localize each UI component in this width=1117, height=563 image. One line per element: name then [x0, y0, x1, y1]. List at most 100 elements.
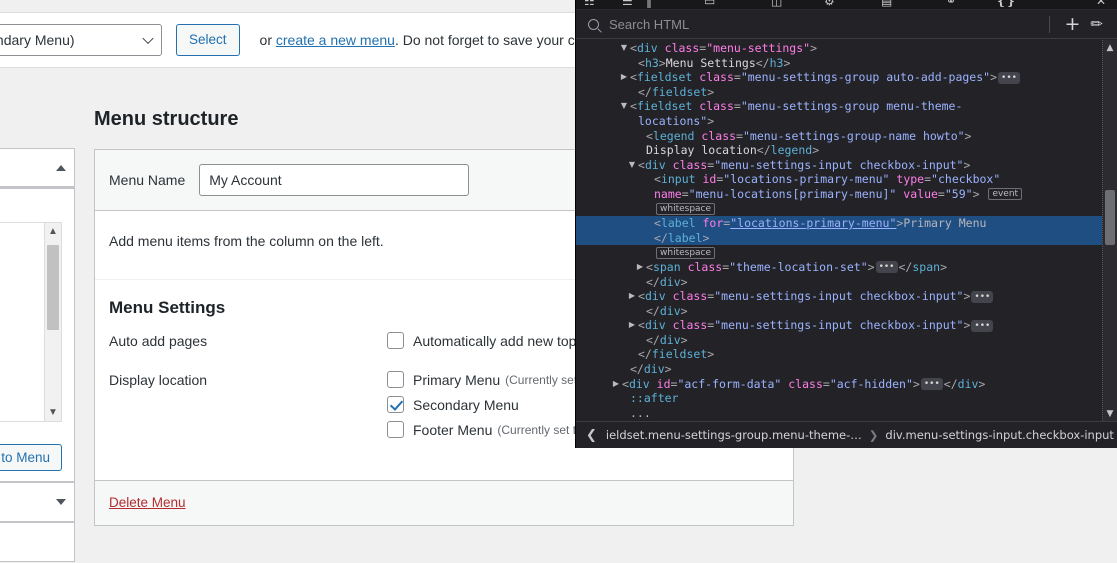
checkbox-label: Automatically add new top-le: [413, 332, 592, 349]
create-a-new-menu-link[interactable]: create a new menu: [276, 32, 395, 48]
chevron-down-icon[interactable]: ▼: [1103, 406, 1117, 421]
html-tree-line[interactable]: <div class="menu-settings-input checkbox…: [576, 158, 1117, 173]
scrollbar-thumb[interactable]: [47, 245, 59, 330]
twisty-collapsed-icon[interactable]: [611, 377, 621, 392]
twisty-collapsed-icon[interactable]: [627, 318, 637, 333]
html-tree-line[interactable]: <h3>Menu Settings</h3>: [576, 56, 1117, 71]
console-icon[interactable]: ☰: [622, 0, 633, 8]
devtools-toolbar: ☷ ☰ ‖ ▭ ◫ ⚙ ▤ ⚭ ❴❵ ✕: [576, 0, 1117, 10]
checkbox-label: Footer Menu: [413, 421, 493, 438]
html-tree-line-content: <legend class="menu-settings-group-name …: [646, 128, 972, 143]
checkbox-primary-menu[interactable]: [387, 371, 404, 388]
accessibility-icon[interactable]: ⚭: [946, 0, 956, 8]
html-tree-line[interactable]: </fieldset>: [576, 347, 1117, 362]
html-tree-line[interactable]: <label for="locations-primary-menu">Prim…: [576, 216, 1117, 231]
html-tree-line[interactable]: </div>: [576, 304, 1117, 319]
html-tree-line[interactable]: whitespace: [576, 202, 1117, 217]
html-tree-view[interactable]: <div class="menu-settings"><h3>Menu Sett…: [576, 40, 1117, 421]
html-tree-line[interactable]: </label>: [576, 230, 1117, 246]
breadcrumb-item-div[interactable]: div.menu-settings-input.checkbox-input: [882, 428, 1117, 442]
network-icon[interactable]: ▭: [704, 0, 715, 8]
html-tree-line[interactable]: </div>: [576, 333, 1117, 348]
left-panel-bottom-header[interactable]: [0, 483, 74, 521]
debugger-icon[interactable]: ‖: [646, 0, 652, 8]
application-icon[interactable]: ❴❵: [996, 0, 1016, 8]
left-panel-top: [0, 148, 75, 188]
performance-icon[interactable]: ⚙: [824, 0, 835, 8]
setting-label: Auto add pages: [109, 333, 208, 349]
select-button[interactable]: Select: [176, 24, 240, 56]
menu-select-value: unt (Secondary Menu): [0, 32, 75, 48]
checkbox-footer-menu[interactable]: [387, 421, 404, 438]
delete-menu-link[interactable]: Delete Menu: [109, 495, 186, 510]
twisty-collapsed-icon[interactable]: [619, 70, 629, 85]
html-tree-line-content: whitespace: [654, 245, 717, 259]
html-tree-line[interactable]: <legend class="menu-settings-group-name …: [576, 129, 1117, 144]
chevron-up-icon[interactable]: ▲: [1103, 40, 1117, 55]
html-tree-line-content: </div>: [646, 332, 688, 347]
html-tree-line-content: <input id="locations-primary-menu" type=…: [654, 172, 1001, 187]
html-tree-line[interactable]: <div id="acf-form-data" class="acf-hidde…: [576, 377, 1117, 392]
left-panel-top-header[interactable]: [0, 149, 74, 187]
html-tree-line-content: </div>: [630, 362, 672, 377]
html-tree-line-content: </fieldset>: [638, 84, 715, 99]
twisty-collapsed-icon[interactable]: [635, 260, 645, 275]
html-tree-line[interactable]: <div class="menu-settings-input checkbox…: [576, 289, 1117, 304]
checkbox-auto-add-pages[interactable]: [387, 332, 404, 349]
html-tree-line[interactable]: <div class="menu-settings-input checkbox…: [576, 318, 1117, 333]
chevron-down-icon[interactable]: ▼: [45, 404, 61, 421]
chevron-up-icon[interactable]: ▲: [45, 223, 61, 240]
html-tree-scrollbar[interactable]: ▲ ▼: [1102, 40, 1117, 421]
chevron-down-icon: [142, 32, 154, 45]
html-tree-line[interactable]: name="menu-locations[primary-menu]" valu…: [576, 187, 1117, 202]
left-panel-extra: [0, 522, 75, 562]
html-tree-line[interactable]: ...: [576, 406, 1117, 421]
html-tree-line[interactable]: <span class="theme-location-set">•••</sp…: [576, 260, 1117, 275]
twisty-collapsed-icon[interactable]: [627, 289, 637, 304]
html-tree-line-content: ...: [630, 405, 651, 420]
toolbar-divider: [1048, 15, 1050, 33]
add-to-menu-button[interactable]: to Menu: [0, 444, 62, 471]
search-input[interactable]: [607, 15, 1040, 33]
html-tree-line[interactable]: </div>: [576, 275, 1117, 290]
twisty-expanded-icon[interactable]: [619, 41, 629, 56]
html-tree-line[interactable]: ::after: [576, 391, 1117, 406]
html-tree-line[interactable]: locations">: [576, 114, 1117, 129]
triangle-up-icon[interactable]: [56, 164, 66, 171]
html-tree-line[interactable]: whitespace: [576, 245, 1117, 260]
scrollbar-thumb[interactable]: [1105, 190, 1115, 245]
close-icon[interactable]: ✕: [1096, 0, 1106, 8]
html-tree-line[interactable]: <fieldset class="menu-settings-group aut…: [576, 70, 1117, 85]
menu-name-label: Menu Name: [109, 172, 186, 188]
html-tree-line[interactable]: </div>: [576, 362, 1117, 377]
plus-icon[interactable]: +: [1059, 14, 1087, 34]
html-tree-line-content: locations">: [638, 113, 715, 128]
checkbox-sublabel: (Currently set to:: [497, 422, 587, 437]
add-menu-items-column: ch k — er ▲ ▼ to Menu: [0, 148, 75, 562]
twisty-expanded-icon[interactable]: [619, 99, 629, 114]
menu-name-input[interactable]: [199, 164, 470, 196]
add-to-menu-row: to Menu: [0, 434, 74, 481]
html-tree-line[interactable]: <div class="menu-settings">: [576, 41, 1117, 56]
chevron-left-icon[interactable]: ❮: [580, 428, 603, 443]
eyedropper-icon[interactable]: ✏: [1086, 15, 1111, 33]
checkbox-secondary-menu[interactable]: [387, 396, 404, 413]
html-tree-line[interactable]: <input id="locations-primary-menu" type=…: [576, 172, 1117, 187]
breadcrumb-item-fieldset[interactable]: ieldset.menu-settings-group.menu-theme-…: [603, 428, 865, 442]
html-tree-line[interactable]: Display location</legend>: [576, 143, 1117, 158]
item-list-scrollbar[interactable]: ▲ ▼: [44, 223, 61, 421]
left-panel-items: ch k — er ▲ ▼ to Menu: [0, 188, 75, 482]
html-tree-line-content: </div>: [646, 274, 688, 289]
html-tree-line[interactable]: <fieldset class="menu-settings-group men…: [576, 99, 1117, 114]
inspector-icon[interactable]: ☷: [584, 0, 595, 8]
html-tree-line[interactable]: </fieldset>: [576, 85, 1117, 100]
storage-icon[interactable]: ◫: [771, 0, 782, 8]
html-tree-line-content: <div class="menu-settings-input checkbox…: [638, 157, 971, 172]
triangle-down-icon[interactable]: [56, 499, 66, 505]
html-tree-line-content: <div class="menu-settings-input checkbox…: [638, 289, 994, 303]
left-panel-tab-label[interactable]: ch: [0, 199, 62, 214]
menu-select-dropdown[interactable]: unt (Secondary Menu): [0, 24, 162, 56]
memory-icon[interactable]: ▤: [881, 0, 892, 8]
twisty-expanded-icon[interactable]: [627, 158, 637, 173]
html-tree-line-content: </label>: [654, 230, 710, 245]
